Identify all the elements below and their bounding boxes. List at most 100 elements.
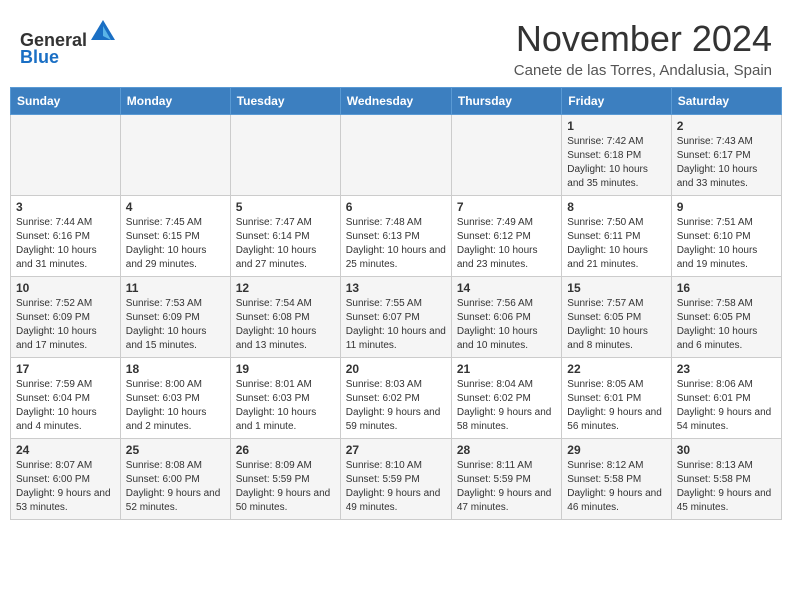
calendar-cell: 9Sunrise: 7:51 AM Sunset: 6:10 PM Daylig…: [671, 196, 781, 277]
day-info: Sunrise: 8:07 AM Sunset: 6:00 PM Dayligh…: [16, 459, 115, 515]
day-info: Sunrise: 8:00 AM Sunset: 6:03 PM Dayligh…: [126, 378, 225, 434]
day-info: Sunrise: 8:08 AM Sunset: 6:00 PM Dayligh…: [126, 459, 225, 515]
day-info: Sunrise: 8:09 AM Sunset: 5:59 PM Dayligh…: [236, 459, 335, 515]
calendar-cell: 25Sunrise: 8:08 AM Sunset: 6:00 PM Dayli…: [120, 439, 230, 520]
calendar-cell: 23 Sunrise: 8:06 AM Sunset: 6:01 PM Dayli…: [671, 358, 781, 439]
day-info: Sunrise: 7:47 AM Sunset: 6:14 PM Dayligh…: [236, 216, 335, 272]
calendar-cell: 17 Sunrise: 7:59 AM Sunset: 6:04 PM Dayli…: [11, 358, 121, 439]
day-of-week-sunday: Sunday: [11, 88, 121, 115]
day-info: Sunrise: 8:01 AM Sunset: 6:03 PM Dayligh…: [236, 378, 335, 434]
day-info: Sunrise: 7:43 AM Sunset: 6:17 PM Dayligh…: [677, 135, 776, 191]
day-number: 17: [16, 362, 115, 376]
calendar-cell: [340, 115, 451, 196]
week-row-3: 10Sunrise: 7:52 AM Sunset: 6:09 PM Dayli…: [11, 277, 782, 358]
day-number: 20: [346, 362, 446, 376]
day-of-week-friday: Friday: [562, 88, 671, 115]
location: Canete de las Torres, Andalusia, Spain: [514, 62, 772, 79]
calendar-header: SundayMondayTuesdayWednesdayThursdayFrid…: [11, 88, 782, 115]
day-number: 22: [567, 362, 665, 376]
calendar-cell: 16 Sunrise: 7:58 AM Sunset: 6:05 PM Dayli…: [671, 277, 781, 358]
week-row-5: 24 Sunrise: 8:07 AM Sunset: 6:00 PM Dayli…: [11, 439, 782, 520]
day-info: Sunrise: 8:03 AM Sunset: 6:02 PM Dayligh…: [346, 378, 446, 434]
day-number: 2: [677, 119, 776, 133]
day-number: 21: [457, 362, 556, 376]
calendar-cell: 5Sunrise: 7:47 AM Sunset: 6:14 PM Daylig…: [230, 196, 340, 277]
day-number: 7: [457, 200, 556, 214]
day-number: 6: [346, 200, 446, 214]
calendar-cell: 8Sunrise: 7:50 AM Sunset: 6:11 PM Daylig…: [562, 196, 671, 277]
calendar-cell: 21 Sunrise: 8:04 AM Sunset: 6:02 PM Dayli…: [451, 358, 561, 439]
calendar-cell: [451, 115, 561, 196]
day-info: Sunrise: 7:44 AM Sunset: 6:16 PM Dayligh…: [16, 216, 115, 272]
day-number: 26: [236, 443, 335, 457]
day-info: Sunrise: 8:13 AM Sunset: 5:58 PM Dayligh…: [677, 459, 776, 515]
day-of-week-monday: Monday: [120, 88, 230, 115]
day-info: Sunrise: 7:58 AM Sunset: 6:05 PM Dayligh…: [677, 297, 776, 353]
day-info: Sunrise: 7:52 AM Sunset: 6:09 PM Dayligh…: [16, 297, 115, 353]
day-info: Sunrise: 8:11 AM Sunset: 5:59 PM Dayligh…: [457, 459, 556, 515]
day-number: 13: [346, 281, 446, 295]
day-info: Sunrise: 7:59 AM Sunset: 6:04 PM Dayligh…: [16, 378, 115, 434]
calendar-wrapper: SundayMondayTuesdayWednesdayThursdayFrid…: [0, 87, 792, 530]
day-of-week-saturday: Saturday: [671, 88, 781, 115]
day-info: Sunrise: 7:42 AM Sunset: 6:18 PM Dayligh…: [567, 135, 665, 191]
calendar-cell: 7 Sunrise: 7:49 AM Sunset: 6:12 PM Daylig…: [451, 196, 561, 277]
calendar-cell: 30Sunrise: 8:13 AM Sunset: 5:58 PM Dayli…: [671, 439, 781, 520]
day-number: 1: [567, 119, 665, 133]
calendar-cell: 11 Sunrise: 7:53 AM Sunset: 6:09 PM Dayli…: [120, 277, 230, 358]
calendar-cell: [11, 115, 121, 196]
day-number: 16: [677, 281, 776, 295]
day-number: 15: [567, 281, 665, 295]
day-of-week-thursday: Thursday: [451, 88, 561, 115]
day-info: Sunrise: 8:06 AM Sunset: 6:01 PM Dayligh…: [677, 378, 776, 434]
day-number: 28: [457, 443, 556, 457]
day-number: 12: [236, 281, 335, 295]
day-number: 11: [126, 281, 225, 295]
day-info: Sunrise: 8:04 AM Sunset: 6:02 PM Dayligh…: [457, 378, 556, 434]
day-number: 24: [16, 443, 115, 457]
day-number: 14: [457, 281, 556, 295]
day-number: 18: [126, 362, 225, 376]
day-info: Sunrise: 8:12 AM Sunset: 5:58 PM Dayligh…: [567, 459, 665, 515]
page-header: General Blue November 2024 Canete de las…: [0, 0, 792, 87]
logo: General Blue: [20, 18, 117, 68]
calendar-cell: 24 Sunrise: 8:07 AM Sunset: 6:00 PM Dayli…: [11, 439, 121, 520]
day-info: Sunrise: 7:45 AM Sunset: 6:15 PM Dayligh…: [126, 216, 225, 272]
calendar-cell: 28 Sunrise: 8:11 AM Sunset: 5:59 PM Dayli…: [451, 439, 561, 520]
day-of-week-tuesday: Tuesday: [230, 88, 340, 115]
calendar-cell: 13 Sunrise: 7:55 AM Sunset: 6:07 PM Dayli…: [340, 277, 451, 358]
calendar-cell: 27 Sunrise: 8:10 AM Sunset: 5:59 PM Dayli…: [340, 439, 451, 520]
day-info: Sunrise: 7:57 AM Sunset: 6:05 PM Dayligh…: [567, 297, 665, 353]
day-info: Sunrise: 7:48 AM Sunset: 6:13 PM Dayligh…: [346, 216, 446, 272]
calendar-cell: 29 Sunrise: 8:12 AM Sunset: 5:58 PM Dayli…: [562, 439, 671, 520]
week-row-4: 17 Sunrise: 7:59 AM Sunset: 6:04 PM Dayli…: [11, 358, 782, 439]
calendar-cell: 22Sunrise: 8:05 AM Sunset: 6:01 PM Dayli…: [562, 358, 671, 439]
day-number: 3: [16, 200, 115, 214]
calendar-cell: 15 Sunrise: 7:57 AM Sunset: 6:05 PM Dayli…: [562, 277, 671, 358]
day-info: Sunrise: 8:10 AM Sunset: 5:59 PM Dayligh…: [346, 459, 446, 515]
day-number: 19: [236, 362, 335, 376]
title-block: November 2024 Canete de las Torres, Anda…: [514, 18, 772, 79]
day-number: 23: [677, 362, 776, 376]
calendar-cell: 1 Sunrise: 7:42 AM Sunset: 6:18 PM Daylig…: [562, 115, 671, 196]
day-info: Sunrise: 7:51 AM Sunset: 6:10 PM Dayligh…: [677, 216, 776, 272]
day-number: 4: [126, 200, 225, 214]
calendar-cell: 18 Sunrise: 8:00 AM Sunset: 6:03 PM Dayli…: [120, 358, 230, 439]
day-of-week-wednesday: Wednesday: [340, 88, 451, 115]
day-number: 29: [567, 443, 665, 457]
day-info: Sunrise: 7:53 AM Sunset: 6:09 PM Dayligh…: [126, 297, 225, 353]
calendar-cell: 20 Sunrise: 8:03 AM Sunset: 6:02 PM Dayli…: [340, 358, 451, 439]
calendar-cell: 26 Sunrise: 8:09 AM Sunset: 5:59 PM Dayli…: [230, 439, 340, 520]
day-info: Sunrise: 7:49 AM Sunset: 6:12 PM Dayligh…: [457, 216, 556, 272]
calendar-cell: 14Sunrise: 7:56 AM Sunset: 6:06 PM Dayli…: [451, 277, 561, 358]
calendar-cell: 3 Sunrise: 7:44 AM Sunset: 6:16 PM Daylig…: [11, 196, 121, 277]
calendar-cell: 6 Sunrise: 7:48 AM Sunset: 6:13 PM Daylig…: [340, 196, 451, 277]
calendar-cell: 19 Sunrise: 8:01 AM Sunset: 6:03 PM Dayli…: [230, 358, 340, 439]
calendar-cell: 12Sunrise: 7:54 AM Sunset: 6:08 PM Dayli…: [230, 277, 340, 358]
day-info: Sunrise: 7:55 AM Sunset: 6:07 PM Dayligh…: [346, 297, 446, 353]
week-row-2: 3 Sunrise: 7:44 AM Sunset: 6:16 PM Daylig…: [11, 196, 782, 277]
calendar-cell: 4 Sunrise: 7:45 AM Sunset: 6:15 PM Daylig…: [120, 196, 230, 277]
day-number: 8: [567, 200, 665, 214]
day-number: 27: [346, 443, 446, 457]
calendar-cell: [120, 115, 230, 196]
